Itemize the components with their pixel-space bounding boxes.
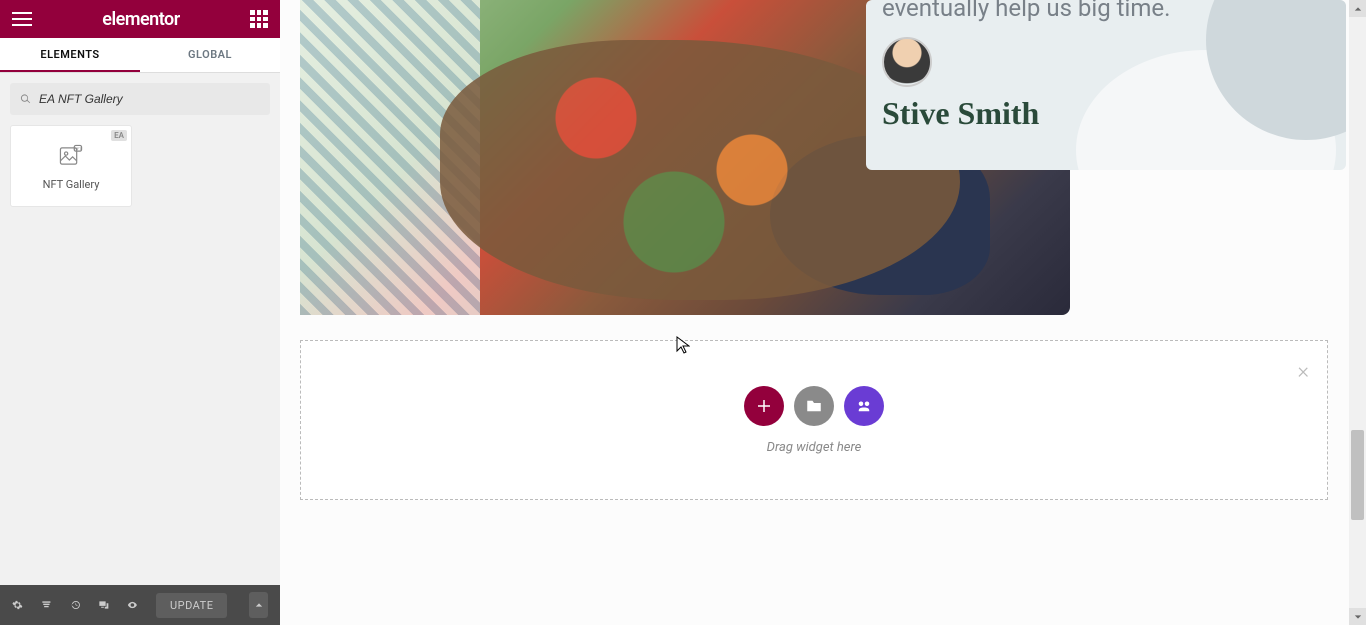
- drop-zone[interactable]: × Drag widget here: [300, 340, 1328, 500]
- widget-label: NFT Gallery: [43, 178, 100, 191]
- triangle-down-icon: [1354, 613, 1362, 621]
- caret-up-icon: [255, 601, 263, 609]
- folder-icon: [805, 397, 823, 415]
- templately-icon: [855, 397, 873, 415]
- widgets-list: EA NFT NFT Gallery: [0, 125, 280, 207]
- add-section-button[interactable]: [744, 386, 784, 426]
- close-icon[interactable]: ×: [1297, 359, 1309, 384]
- tab-global[interactable]: GLOBAL: [140, 38, 280, 72]
- canvas[interactable]: eventually help us big time. Stive Smith…: [280, 0, 1366, 625]
- search-icon: [20, 93, 31, 105]
- update-button[interactable]: UPDATE: [156, 593, 227, 618]
- sidebar-footer: UPDATE: [0, 585, 280, 625]
- navigator-icon[interactable]: [41, 598, 52, 612]
- add-template-button[interactable]: [794, 386, 834, 426]
- testimonial-card: eventually help us big time. Stive Smith: [866, 0, 1346, 170]
- widget-nft-gallery[interactable]: EA NFT NFT Gallery: [10, 125, 132, 207]
- scroll-up-button[interactable]: [1349, 0, 1366, 17]
- vertical-scrollbar[interactable]: [1349, 0, 1366, 625]
- logo: elementor: [102, 9, 179, 30]
- apps-icon[interactable]: [250, 10, 268, 28]
- scroll-thumb[interactable]: [1351, 430, 1364, 520]
- elementor-sidebar: elementor ELEMENTS GLOBAL EA NFT NFT Gal…: [0, 0, 280, 625]
- history-icon[interactable]: [70, 598, 81, 612]
- scroll-down-button[interactable]: [1349, 608, 1366, 625]
- search-input[interactable]: [39, 92, 260, 106]
- search-wrap: [0, 73, 280, 125]
- triangle-up-icon: [1354, 5, 1362, 13]
- preview-icon[interactable]: [127, 598, 138, 612]
- plus-icon: [755, 397, 773, 415]
- nft-gallery-icon: NFT: [57, 142, 85, 170]
- menu-icon[interactable]: [12, 12, 32, 26]
- dropzone-hint: Drag widget here: [767, 440, 862, 455]
- widget-badge: EA: [111, 130, 127, 141]
- avatar: [882, 37, 932, 87]
- sidebar-tabs: ELEMENTS GLOBAL: [0, 38, 280, 73]
- update-options-button[interactable]: [249, 592, 268, 618]
- tab-elements[interactable]: ELEMENTS: [0, 38, 140, 72]
- sidebar-header: elementor: [0, 0, 280, 38]
- search-box[interactable]: [10, 83, 270, 115]
- responsive-icon[interactable]: [98, 598, 109, 612]
- templately-button[interactable]: [844, 386, 884, 426]
- settings-icon[interactable]: [12, 598, 23, 612]
- testimonial-text: eventually help us big time.: [882, 0, 1330, 23]
- svg-text:NFT: NFT: [74, 145, 82, 150]
- dropzone-actions: [744, 386, 884, 426]
